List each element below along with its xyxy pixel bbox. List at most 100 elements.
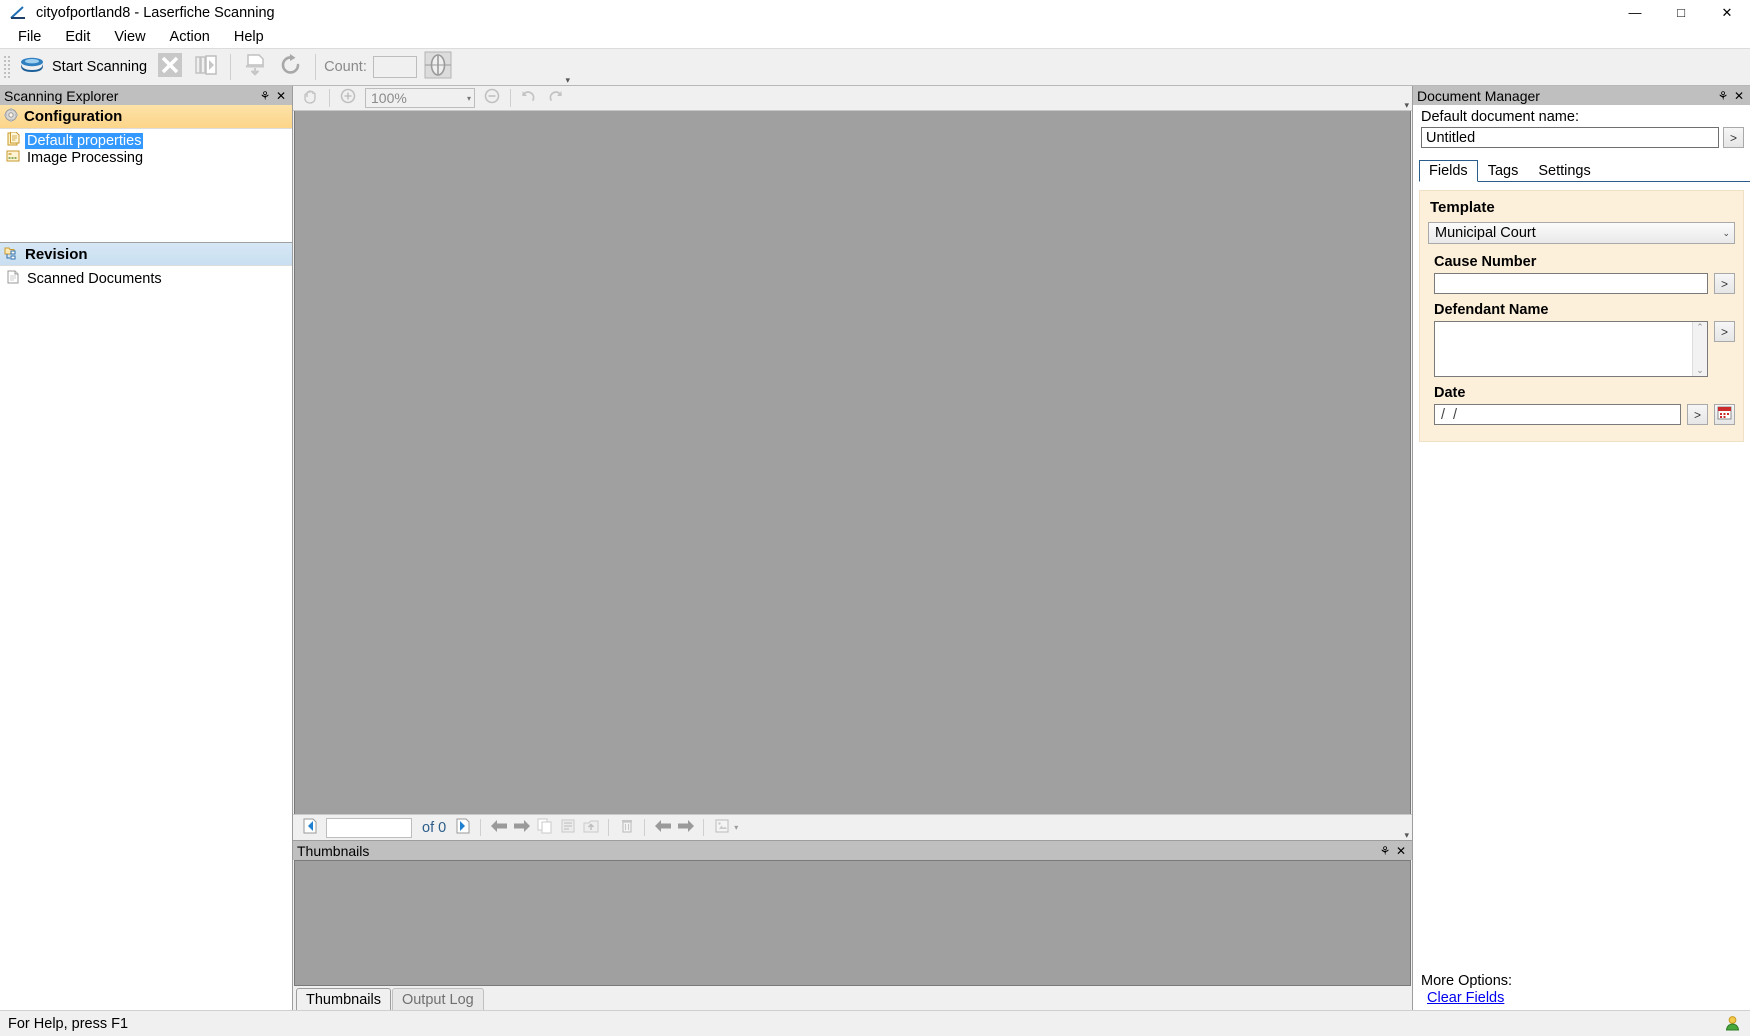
thumbnails-list[interactable]	[294, 860, 1411, 986]
undo-button[interactable]	[517, 87, 541, 109]
revision-icon	[4, 245, 19, 264]
cause-number-browse-button[interactable]: >	[1714, 273, 1735, 294]
menu-help[interactable]: Help	[222, 27, 276, 47]
redo-button[interactable]	[543, 87, 567, 109]
field-date: Date / / >	[1428, 385, 1735, 425]
cause-number-input[interactable]	[1434, 273, 1708, 294]
tab-thumbnails[interactable]: Thumbnails	[296, 988, 391, 1010]
next-page-button[interactable]	[511, 817, 532, 838]
resume-scanning-button[interactable]	[188, 51, 224, 83]
calibrate-button[interactable]	[419, 51, 457, 83]
clear-fields-link[interactable]: Clear Fields	[1427, 990, 1504, 1006]
defendant-name-textarea[interactable]: ⌃ ⌄	[1434, 321, 1708, 377]
date-browse-button[interactable]: >	[1687, 404, 1708, 425]
stop-scanning-button[interactable]	[152, 51, 188, 83]
tree-label-image-processing: Image Processing	[27, 149, 144, 166]
export-page-button[interactable]	[580, 817, 601, 838]
field-label-cause-number: Cause Number	[1434, 254, 1537, 270]
defendant-name-scrollbar[interactable]: ⌃ ⌄	[1692, 322, 1707, 376]
chevron-up-icon[interactable]: ⌃	[1696, 323, 1704, 332]
rotate-left-button[interactable]	[652, 817, 673, 838]
app-scanner-icon	[6, 0, 32, 25]
page-nav-separator-3	[644, 819, 646, 836]
tree-label-default-properties: Default properties	[25, 132, 144, 149]
chevron-down-icon: ▾	[466, 93, 471, 103]
tab-tags[interactable]: Tags	[1478, 159, 1529, 181]
scanning-explorer-panel: Scanning Explorer ⚘ ✕ Configuration Defa…	[0, 86, 293, 1010]
tree-item-scanned-documents[interactable]: Scanned Documents	[0, 270, 292, 287]
default-document-name-input[interactable]: Untitled	[1421, 127, 1719, 148]
close-icon[interactable]: ✕	[1732, 88, 1746, 104]
stamp-button[interactable]	[711, 817, 732, 838]
page-nav-overflow-button[interactable]: ▾	[1404, 831, 1409, 840]
pin-icon[interactable]: ⚘	[1716, 88, 1730, 104]
title-bar: cityofportland8 - Laserfiche Scanning — …	[0, 0, 1750, 25]
minimize-button[interactable]: —	[1612, 0, 1658, 25]
user-status-icon[interactable]	[1722, 1014, 1742, 1034]
close-icon[interactable]: ✕	[274, 88, 288, 104]
undo-icon	[521, 88, 537, 108]
toolbar-gripper[interactable]	[2, 54, 10, 80]
count-input[interactable]	[372, 56, 417, 78]
insert-page-button[interactable]	[237, 51, 273, 83]
rescan-icon	[278, 53, 304, 81]
close-icon[interactable]: ✕	[1394, 843, 1408, 859]
template-select[interactable]: Municipal Court ⌄	[1428, 222, 1735, 244]
start-scanning-label: Start Scanning	[52, 59, 148, 75]
toolbar-overflow-button[interactable]: ▾	[565, 76, 570, 85]
defendant-name-browse-button[interactable]: >	[1714, 321, 1735, 342]
delete-page-icon	[619, 818, 635, 838]
pin-icon[interactable]: ⚘	[1378, 843, 1392, 859]
move-page-button[interactable]	[557, 817, 578, 838]
document-manager-title: Document Manager	[1417, 87, 1540, 104]
menu-view[interactable]: View	[102, 27, 157, 47]
stamp-dropdown-arrow-icon[interactable]: ▾	[734, 823, 738, 832]
menu-file[interactable]: File	[6, 27, 53, 47]
tree-item-image-processing[interactable]: Image Processing	[0, 149, 292, 166]
close-button[interactable]: ✕	[1704, 0, 1750, 25]
date-input[interactable]: / /	[1434, 404, 1681, 425]
field-label-date: Date	[1434, 385, 1466, 401]
tree-item-default-properties[interactable]: Default properties	[0, 131, 292, 149]
group-header-revision[interactable]: Revision	[0, 242, 292, 266]
viewer-toolbar-overflow-button[interactable]: ▾	[1404, 101, 1409, 110]
zoom-in-button[interactable]	[336, 87, 360, 109]
page-navigation-bar: of 0 ▾ ▾	[293, 814, 1412, 840]
first-page-button[interactable]	[299, 817, 320, 838]
document-viewer-canvas[interactable]	[294, 111, 1411, 814]
pan-hand-icon	[303, 88, 319, 108]
rotate-right-button[interactable]	[675, 817, 696, 838]
tab-output-log[interactable]: Output Log	[391, 988, 484, 1010]
copy-page-button[interactable]	[534, 817, 555, 838]
chevron-down-icon[interactable]: ⌄	[1696, 366, 1704, 375]
menu-action[interactable]: Action	[158, 27, 222, 47]
start-scanning-button[interactable]: Start Scanning	[13, 51, 152, 83]
viewer-toolbar: 100% ▾ ▾	[293, 86, 1412, 111]
tab-fields[interactable]: Fields	[1419, 160, 1478, 182]
page-nav-separator-2	[608, 819, 610, 836]
document-manager-filler	[1413, 442, 1750, 973]
previous-page-button[interactable]	[488, 817, 509, 838]
page-count-label: of 0	[422, 819, 447, 836]
pan-hand-button[interactable]	[299, 87, 323, 109]
page-number-input[interactable]	[326, 817, 412, 838]
menu-edit[interactable]: Edit	[53, 27, 102, 47]
tab-settings[interactable]: Settings	[1528, 159, 1600, 181]
more-options-section: More Options: Clear Fields	[1413, 973, 1750, 1010]
default-document-name-browse-button[interactable]: >	[1723, 127, 1744, 148]
last-page-button[interactable]	[452, 817, 473, 838]
maximize-button[interactable]: □	[1658, 0, 1704, 25]
rescan-button[interactable]	[273, 51, 309, 83]
date-calendar-button[interactable]	[1714, 404, 1735, 425]
zoom-level-value: 100%	[371, 90, 407, 106]
configuration-tree: Default properties Image Processing	[0, 129, 292, 242]
pin-icon[interactable]: ⚘	[258, 88, 272, 104]
group-header-configuration[interactable]: Configuration	[0, 105, 292, 129]
viewer-separator-1	[329, 89, 330, 107]
zoom-level-combobox[interactable]: 100% ▾	[365, 88, 475, 108]
menu-bar: File Edit View Action Help	[0, 25, 1750, 48]
zoom-out-button[interactable]	[480, 87, 504, 109]
delete-page-button[interactable]	[616, 817, 637, 838]
copy-page-icon	[537, 818, 553, 838]
main-body: Scanning Explorer ⚘ ✕ Configuration Defa…	[0, 86, 1750, 1010]
